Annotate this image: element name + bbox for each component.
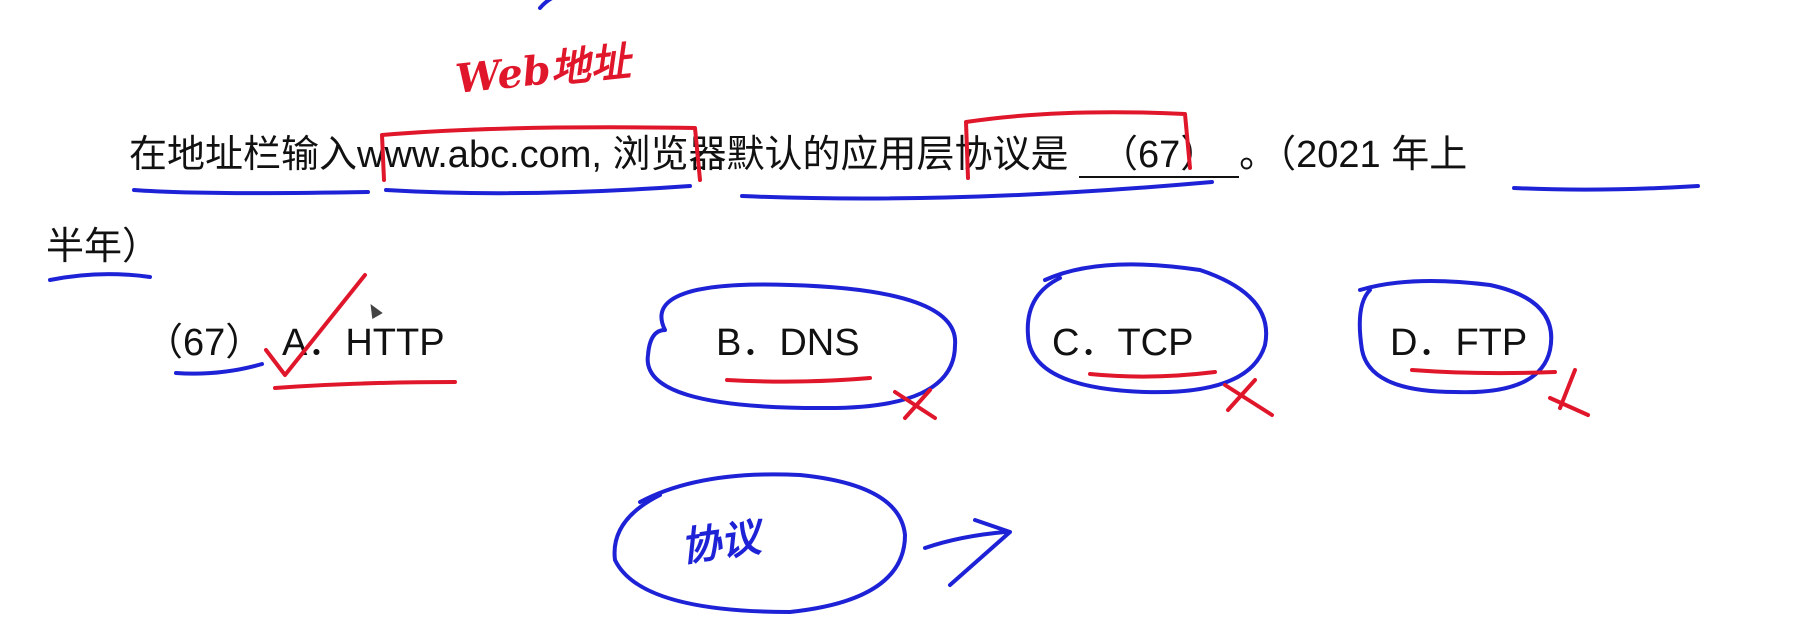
mouse-cursor-icon — [365, 300, 383, 320]
answer-blank: （67） — [1079, 134, 1240, 178]
underline-stem-start — [132, 188, 370, 196]
stem-text-part4: 半年） — [46, 226, 161, 268]
option-a: A．HTTP — [282, 322, 445, 364]
stem-url: www.abc.com, — [357, 134, 602, 176]
underline-half-year — [48, 272, 152, 282]
bottom-arrow — [923, 518, 1012, 587]
handwritten-note-web-address: Web地址 — [453, 37, 633, 104]
option-b-underline — [725, 376, 872, 384]
annotation-ink-layer — [48, 0, 1700, 614]
underline-year — [1512, 184, 1700, 192]
underline-protocol-phrase — [740, 180, 1214, 201]
option-b-cross — [893, 388, 937, 420]
stem-text-part2: 浏览器默认的应用层协议是 — [601, 134, 1069, 176]
stray-stroke — [538, 0, 553, 10]
handwritten-note-protocol: 协议 — [677, 513, 764, 572]
stem-text-part1: 在地址栏输入 — [129, 134, 358, 176]
option-b: B．DNS — [716, 322, 860, 364]
question-number-label: （67） — [145, 322, 264, 364]
option-c-cross — [1223, 378, 1274, 417]
stem-text-part3: 。（2021 年上 — [1239, 134, 1468, 176]
option-c: C．TCP — [1052, 322, 1194, 364]
option-c-underline — [1088, 370, 1217, 379]
option-d: D．FTP — [1390, 322, 1528, 364]
underline-url — [384, 184, 692, 196]
option-d-cross — [1548, 368, 1590, 417]
question-stem-line-2: 半年） — [46, 222, 160, 272]
question-stem-line-1: 在地址栏输入www.abc.com, 浏览器默认的应用层协议是 （67） 。（20… — [129, 130, 1467, 180]
option-d-underline — [1410, 368, 1557, 376]
option-a-underline — [273, 380, 457, 390]
